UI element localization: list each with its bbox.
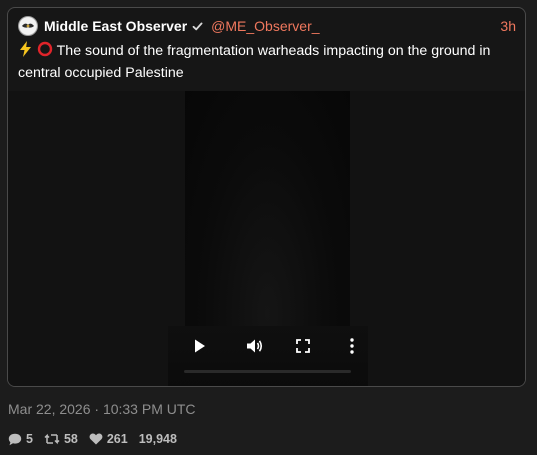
retweet-icon xyxy=(44,433,60,445)
comment-icon xyxy=(8,433,22,445)
lightning-icon xyxy=(18,41,33,63)
avatar[interactable] xyxy=(18,16,38,36)
tweet-text-content: The sound of the fragmentation warheads … xyxy=(18,43,491,81)
tweet-stats: 5 58 261 19,948 xyxy=(8,431,188,447)
heart-icon xyxy=(89,433,103,445)
post-time[interactable]: 3h xyxy=(500,18,516,34)
more-options-icon xyxy=(350,338,354,354)
views-stat: 19,948 xyxy=(139,432,177,446)
post-date[interactable]: Mar 22, 2026 · 10:33 PM UTC xyxy=(8,401,196,417)
page: Middle East Observer @ME_Observer_ 3h Th… xyxy=(0,0,537,455)
like-count: 261 xyxy=(106,432,128,446)
reply-count: 5 xyxy=(26,432,33,446)
play-button[interactable] xyxy=(190,336,210,356)
media-area xyxy=(8,91,525,386)
verified-check-icon xyxy=(192,21,203,32)
author-name[interactable]: Middle East Observer xyxy=(44,18,187,34)
play-icon xyxy=(195,339,205,353)
fullscreen-button[interactable] xyxy=(293,336,313,356)
retweet-stat[interactable]: 58 xyxy=(44,432,78,446)
volume-icon xyxy=(247,339,263,353)
observer-logo-icon xyxy=(19,17,37,35)
reply-stat[interactable]: 5 xyxy=(8,432,33,446)
video-progress-bar[interactable] xyxy=(184,370,351,373)
tweet-header: Middle East Observer @ME_Observer_ 3h xyxy=(18,15,516,37)
retweet-count: 58 xyxy=(63,432,78,446)
tweet-card[interactable]: Middle East Observer @ME_Observer_ 3h Th… xyxy=(7,7,526,387)
fullscreen-icon xyxy=(296,339,310,353)
like-stat[interactable]: 261 xyxy=(89,432,128,446)
views-count: 19,948 xyxy=(138,432,177,446)
red-circle-icon xyxy=(37,41,53,63)
video-controls-bar xyxy=(168,326,368,386)
volume-button[interactable] xyxy=(245,336,265,356)
more-options-button[interactable] xyxy=(342,336,362,356)
video-controls xyxy=(168,326,368,366)
author-handle[interactable]: @ME_Observer_ xyxy=(211,18,319,34)
tweet-text: The sound of the fragmentation warheads … xyxy=(18,41,518,83)
